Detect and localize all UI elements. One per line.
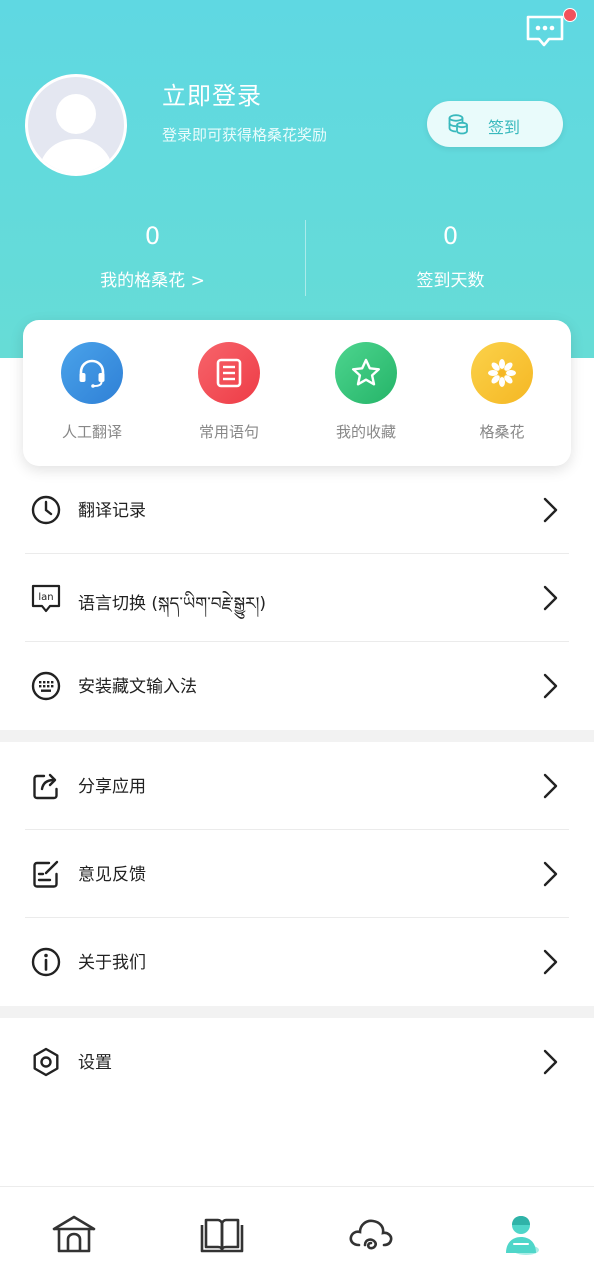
- section-gap: [0, 1006, 594, 1018]
- section-gap: [0, 730, 594, 742]
- quick-action-common-phrases[interactable]: 常用语句: [174, 342, 284, 442]
- menu-group-2: 分享应用 意见反馈 关于我们: [0, 742, 594, 1006]
- signin-button[interactable]: 签到: [427, 101, 563, 147]
- default-user-icon: [38, 94, 114, 173]
- menu-item-label: 翻译记录: [78, 501, 146, 521]
- menu-item-label: 安装藏文输入法: [78, 677, 197, 697]
- chevron-right-icon: [543, 1049, 558, 1075]
- chevron-right-icon: [543, 773, 558, 799]
- quick-action-flowers[interactable]: 格桑花: [447, 342, 557, 442]
- menu-item-translation-history[interactable]: 翻译记录: [0, 466, 594, 554]
- login-subtitle: 登录即可获得格桑花奖励: [162, 126, 328, 144]
- chevron-right-icon: [543, 949, 558, 975]
- bottom-tab-bar: [0, 1186, 594, 1281]
- menu-item-label: 设置: [78, 1053, 112, 1073]
- language-icon: lan: [31, 584, 61, 613]
- feedback-icon: [33, 860, 59, 888]
- stat-signin-days-label: 签到天数: [416, 271, 485, 291]
- menu-group-3: 设置: [0, 1018, 594, 1106]
- quick-action-label: 我的收藏: [335, 423, 396, 441]
- signin-label: 签到: [488, 118, 521, 137]
- avatar[interactable]: [25, 74, 127, 176]
- chevron-right-icon: [543, 861, 558, 887]
- book-icon[interactable]: [198, 1211, 246, 1259]
- menu-item-about-us[interactable]: 关于我们: [0, 918, 594, 1006]
- chevron-right-icon: [543, 585, 558, 611]
- login-title[interactable]: 立即登录: [162, 76, 262, 111]
- coins-icon: [447, 113, 469, 139]
- stat-flowers-label: 我的格桑花 >: [100, 271, 205, 291]
- keyboard-icon: [31, 671, 61, 701]
- stat-flowers[interactable]: 0 我的格桑花 >: [4, 222, 301, 291]
- menu-item-language-switch[interactable]: lan 语言切换 (སྐད་ཡིག་བརྗེ་སྒྱུར།): [0, 554, 594, 642]
- chevron-right-icon: [543, 497, 558, 523]
- share-icon: [33, 773, 58, 800]
- stat-signin-days-value: 0: [442, 222, 459, 250]
- menu-group-1: 翻译记录 lan 语言切换 (སྐད་ཡིག་བརྗེ་སྒྱུར།) 安装藏文…: [0, 466, 594, 730]
- menu-item-label: 分享应用: [78, 777, 146, 797]
- document-icon: [198, 342, 260, 404]
- stat-signin-days[interactable]: 0 签到天数: [302, 222, 594, 291]
- menu-item-share-app[interactable]: 分享应用: [0, 742, 594, 830]
- menu-item-feedback[interactable]: 意见反馈: [0, 830, 594, 918]
- headset-icon: [61, 342, 123, 404]
- quick-action-label: 常用语句: [198, 423, 259, 441]
- settings-icon: [33, 1047, 59, 1077]
- language-icon-text: lan: [38, 592, 53, 603]
- flower-icon: [471, 342, 533, 404]
- chat-bubble-icon: [526, 15, 564, 47]
- menu-item-settings[interactable]: 设置: [0, 1018, 594, 1106]
- quick-action-label: 格桑花: [479, 423, 525, 441]
- message-button[interactable]: [525, 14, 565, 50]
- info-icon: [31, 947, 61, 977]
- quick-action-label: 人工翻译: [61, 423, 122, 441]
- profile-header: 立即登录 登录即可获得格桑花奖励 签到 0 我的格桑花 > 0 签到天数: [0, 0, 594, 358]
- menu-item-label: 意见反馈: [78, 865, 146, 885]
- stat-flowers-value: 0: [144, 222, 161, 250]
- chevron-right-icon: [543, 673, 558, 699]
- quick-action-favorites[interactable]: 我的收藏: [311, 342, 421, 442]
- quick-actions-card: 人工翻译 常用语句 我的收藏 格桑花: [23, 320, 571, 466]
- menu-item-label: 语言切换 (སྐད་ཡིག་བརྗེ་སྒྱུར།): [78, 594, 267, 614]
- menu-item-install-tibetan-ime[interactable]: 安装藏文输入法: [0, 642, 594, 730]
- star-icon: [335, 342, 397, 404]
- home-icon[interactable]: [50, 1211, 98, 1259]
- menu-item-label: 关于我们: [78, 953, 146, 973]
- profile-icon[interactable]: [497, 1211, 545, 1259]
- unread-badge: [563, 8, 577, 22]
- clock-icon: [31, 495, 61, 525]
- cloud-icon[interactable]: [347, 1211, 395, 1259]
- quick-action-human-translation[interactable]: 人工翻译: [37, 342, 147, 442]
